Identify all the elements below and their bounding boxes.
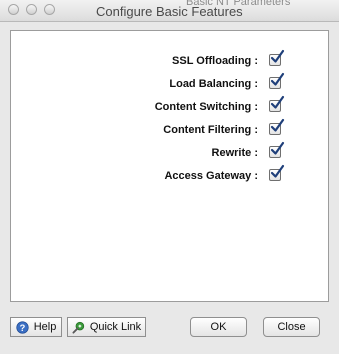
feature-row-ssl-offloading: SSL Offloading : xyxy=(11,49,285,69)
rewrite-checkbox[interactable] xyxy=(269,141,285,158)
feature-label: SSL Offloading : xyxy=(172,55,258,67)
feature-row-content-filtering: Content Filtering : xyxy=(11,118,285,138)
checkmark-icon xyxy=(270,49,285,63)
feature-label: Load Balancing : xyxy=(169,78,258,90)
close-window-icon[interactable] xyxy=(8,4,19,15)
feature-row-access-gateway: Access Gateway : xyxy=(11,164,285,184)
feature-label: Content Filtering : xyxy=(163,124,258,136)
quick-link-icon xyxy=(72,321,84,334)
checkmark-icon xyxy=(270,95,285,109)
load-balancing-checkbox[interactable] xyxy=(269,72,285,89)
configure-basic-features-dialog: Basic NT Parameters Configure Basic Feat… xyxy=(0,0,339,354)
feature-label: Content Switching : xyxy=(154,101,258,113)
title-bar[interactable]: Basic NT Parameters Configure Basic Feat… xyxy=(0,0,339,22)
ok-button-label: OK xyxy=(210,321,227,333)
feature-row-rewrite: Rewrite : xyxy=(11,141,285,161)
quick-link-button[interactable]: Quick Link xyxy=(67,317,146,337)
access-gateway-checkbox[interactable] xyxy=(269,164,285,181)
window-title: Configure Basic Features xyxy=(96,4,243,19)
close-button[interactable]: Close xyxy=(263,317,320,337)
quick-link-button-label: Quick Link xyxy=(89,321,142,333)
ok-button[interactable]: OK xyxy=(190,317,247,337)
button-bar: ? Help Quick Link OK Close xyxy=(0,302,339,354)
feature-label: Access Gateway : xyxy=(164,170,258,182)
checkmark-icon xyxy=(270,164,285,178)
checkmark-icon xyxy=(270,72,285,86)
help-button-label: Help xyxy=(33,321,57,333)
content-switching-checkbox[interactable] xyxy=(269,95,285,112)
minimize-window-icon[interactable] xyxy=(26,4,37,15)
feature-row-content-switching: Content Switching : xyxy=(11,95,285,115)
feature-label: Rewrite : xyxy=(211,147,258,159)
zoom-window-icon[interactable] xyxy=(44,4,55,15)
features-panel: SSL Offloading : Load Balancing : Conten… xyxy=(10,30,329,302)
help-icon: ? xyxy=(16,320,29,334)
checkmark-icon xyxy=(270,118,285,132)
svg-text:?: ? xyxy=(19,322,25,332)
ssl-offloading-checkbox[interactable] xyxy=(269,49,285,66)
checkmark-icon xyxy=(270,141,285,155)
content-filtering-checkbox[interactable] xyxy=(269,118,285,135)
help-button[interactable]: ? Help xyxy=(10,317,62,337)
close-button-label: Close xyxy=(277,321,306,333)
feature-row-load-balancing: Load Balancing : xyxy=(11,72,285,92)
